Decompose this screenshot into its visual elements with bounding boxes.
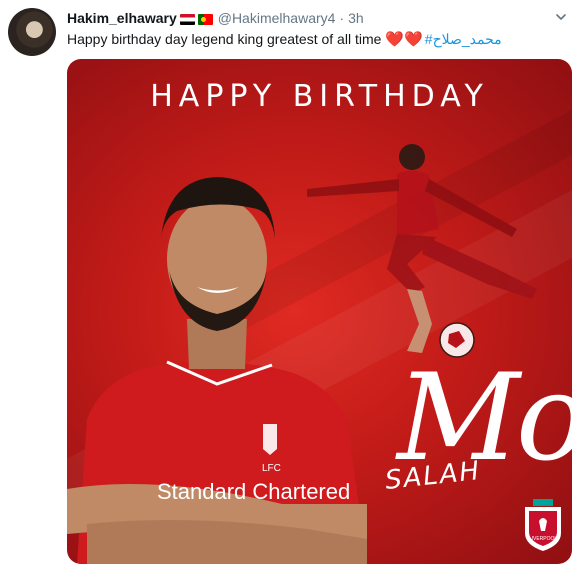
timestamp[interactable]: 3h [348,10,364,26]
tweet-body: Happy birthday day legend king greatest … [67,31,382,47]
liverpool-crest-icon: LIVERPOOL [525,499,561,551]
chevron-down-icon[interactable] [556,12,566,22]
player-illustration: Standard Chartered LFC [67,144,537,564]
tweet-text: Happy birthday day legend king greatest … [67,30,502,49]
headline: HAPPY BIRTHDAY [150,79,489,114]
separator: · [339,10,345,26]
shirt-sponsor: Standard Chartered [157,479,350,504]
tweet-header: Hakim_elhawary @Hakimelhawary4 · 3h [67,8,364,28]
kicking-player [307,144,537,358]
heart-icon: ❤️❤️ [385,31,423,48]
shirt-badge-text: LFC [262,463,281,474]
hashtag-link[interactable]: #محمد_صلاح [425,31,502,48]
tweet[interactable]: Hakim_elhawary @Hakimelhawary4 · 3h Happ… [0,0,584,575]
display-name[interactable]: Hakim_elhawary [67,10,177,26]
crest-text: LIVERPOOL [529,536,558,542]
avatar[interactable] [8,8,56,56]
egypt-flag-icon [179,13,195,25]
portugal-flag-icon [197,13,213,25]
tweet-image[interactable]: Standard Chartered LFC HAPPY BIRTHDAY Mo… [67,59,572,564]
user-handle[interactable]: @Hakimelhawary4 [218,10,336,26]
